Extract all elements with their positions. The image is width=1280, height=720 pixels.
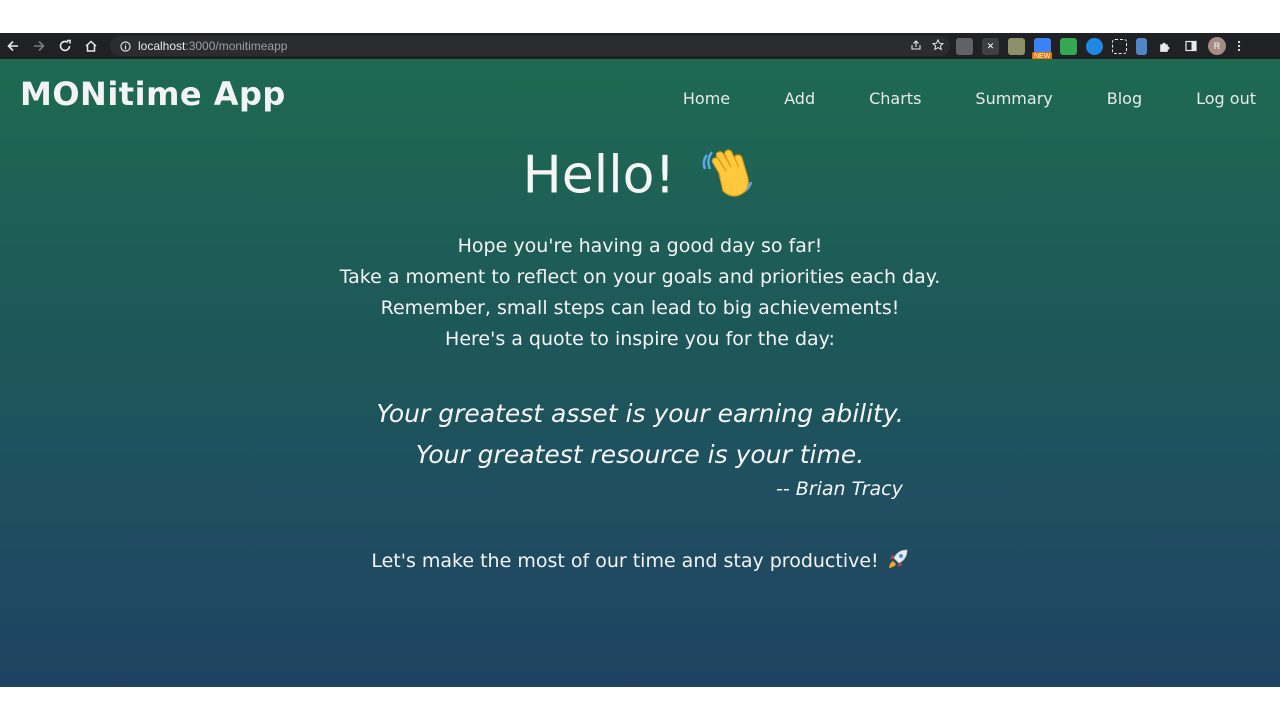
nav-logout[interactable]: Log out [1196, 89, 1256, 108]
edge-extension-icon[interactable] [1086, 37, 1103, 55]
quote-line: Your greatest asset is your earning abil… [376, 399, 904, 428]
url-host: localhost [138, 39, 186, 53]
profile-avatar[interactable]: R [1208, 37, 1226, 55]
app-page: MONitime App Home Add Charts Summary Blo… [0, 59, 1280, 687]
sheet-extension-icon[interactable] [1060, 37, 1077, 55]
address-bar[interactable]: localhost:3000/monitimeapp [110, 36, 950, 56]
nav-add[interactable]: Add [784, 89, 815, 108]
url-path: :3000/monitimeapp [185, 39, 288, 53]
forward-button[interactable] [26, 33, 52, 59]
quote-author: -- Brian Tracy [776, 478, 903, 500]
welcome-message: Hope you're having a good day so far! Ta… [0, 231, 1280, 355]
quote-line: Your greatest resource is your time. [415, 440, 865, 469]
arrow-right-icon [34, 40, 45, 52]
home-button[interactable] [78, 33, 104, 59]
rocket-icon [887, 548, 909, 575]
message-line: Hope you're having a good day so far! [457, 235, 823, 257]
screenshot-extension-icon[interactable] [1112, 38, 1127, 54]
puzzle-icon[interactable] [1156, 38, 1173, 55]
extensions-bar: ✕ NEW R [956, 33, 1243, 61]
side-panel-icon[interactable] [1182, 38, 1199, 55]
waving-hand-icon [699, 143, 757, 214]
photo-extension-icon[interactable] [1008, 37, 1025, 55]
calendar-extension-icon[interactable]: NEW [1032, 37, 1053, 61]
nav-home[interactable]: Home [683, 89, 730, 108]
message-line: Take a moment to reflect on your goals a… [339, 266, 941, 288]
back-button[interactable] [0, 33, 26, 59]
closing-text: Let's make the most of our time and stay… [371, 550, 879, 572]
clipboard-extension-icon[interactable] [1136, 37, 1147, 55]
arrow-left-icon [7, 40, 18, 52]
site-info-icon[interactable] [116, 36, 134, 56]
kebab-menu-icon[interactable] [1235, 38, 1243, 55]
greeting-text: Hello! [522, 145, 676, 206]
app-brand[interactable]: MONitime App [20, 75, 286, 113]
bookmark-star-icon[interactable] [931, 38, 945, 54]
printer-icon[interactable] [956, 37, 973, 55]
nav-charts[interactable]: Charts [869, 89, 921, 108]
home-icon [85, 40, 97, 52]
greeting-heading: Hello! [0, 143, 1280, 214]
nav-blog[interactable]: Blog [1107, 89, 1142, 108]
main-nav: Home Add Charts Summary Blog Log out [629, 89, 1256, 108]
message-line: Remember, small steps can lead to big ac… [380, 297, 900, 319]
reload-button[interactable] [52, 33, 78, 59]
quote-block: Your greatest asset is your earning abil… [0, 393, 1280, 475]
message-line: Here's a quote to inspire you for the da… [445, 328, 835, 350]
url-text[interactable]: localhost:3000/monitimeapp [138, 39, 287, 53]
nav-summary[interactable]: Summary [975, 89, 1052, 108]
browser-toolbar: localhost:3000/monitimeapp ✕ NEW R [0, 33, 1280, 61]
share-icon[interactable] [910, 39, 922, 54]
x-extension-icon[interactable]: ✕ [982, 37, 999, 55]
reload-icon [59, 39, 71, 52]
closing-message: Let's make the most of our time and stay… [0, 548, 1280, 575]
